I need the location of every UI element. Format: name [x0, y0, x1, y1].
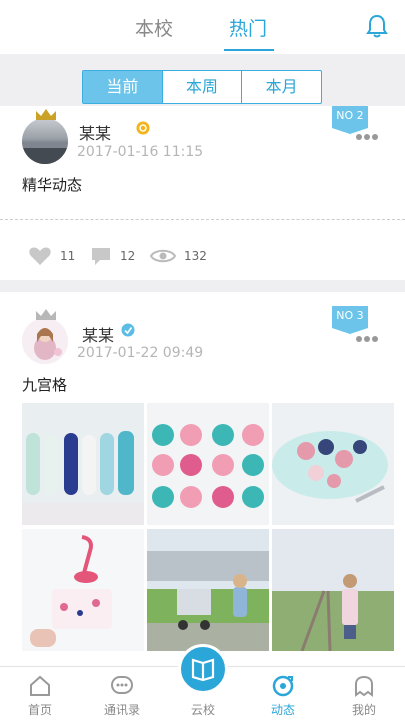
- post-text: 精华动态: [22, 176, 83, 194]
- comment-icon: [92, 248, 110, 265]
- author-name[interactable]: 某某: [79, 120, 111, 144]
- heart-icon: [29, 247, 51, 265]
- tab-school[interactable]: 本校: [135, 14, 173, 41]
- author-name[interactable]: 某某: [82, 322, 114, 346]
- bell-icon[interactable]: [366, 14, 388, 38]
- more-options-icon[interactable]: [356, 336, 378, 342]
- nav-contacts[interactable]: 通讯录: [90, 667, 154, 720]
- like-stat[interactable]: 11: [28, 246, 75, 266]
- profile-icon: [355, 675, 373, 697]
- eye-icon: [150, 249, 176, 263]
- crown-icon: [36, 109, 56, 120]
- comment-count: 12: [120, 249, 136, 263]
- rank-badge: NO 2: [332, 106, 368, 134]
- filter-month[interactable]: 本月: [242, 71, 321, 103]
- view-stat: 132: [150, 246, 207, 266]
- top-bar: 本校 热门: [0, 0, 405, 54]
- active-tab-indicator: [224, 49, 274, 51]
- like-count: 11: [60, 249, 76, 263]
- grid-image[interactable]: [147, 529, 269, 651]
- post-text: 九宫格: [22, 376, 68, 394]
- nav-moments-label: 动态: [270, 703, 295, 717]
- gold-badge-icon: [136, 121, 150, 135]
- post-time: 2017-01-22 09:49: [77, 345, 204, 361]
- nav-moments[interactable]: 动态: [251, 667, 315, 720]
- filter-week[interactable]: 本周: [163, 71, 243, 103]
- nav-profile[interactable]: 我的: [332, 667, 396, 720]
- nav-home[interactable]: 首页: [8, 667, 72, 720]
- nav-home-label: 首页: [27, 703, 52, 717]
- nav-contacts-label: 通讯录: [103, 703, 140, 717]
- view-count: 132: [184, 249, 207, 263]
- moments-icon: [272, 675, 294, 697]
- post-card[interactable]: 某某 2017-01-16 11:15 NO 2 精华动态 11 12 132: [0, 106, 405, 280]
- avatar[interactable]: [22, 318, 68, 364]
- avatar[interactable]: [22, 118, 68, 164]
- book-icon: [191, 658, 215, 682]
- filter-current[interactable]: 当前: [83, 71, 163, 103]
- nav-cloud-school-label: 云校: [190, 703, 215, 717]
- grid-image[interactable]: [22, 403, 144, 525]
- grid-image[interactable]: [147, 403, 269, 525]
- comment-stat[interactable]: 12: [90, 246, 135, 266]
- grid-image[interactable]: [22, 529, 144, 651]
- crown-icon: [36, 309, 56, 320]
- time-filter: 当前 本周 本月: [82, 70, 322, 104]
- tab-hot[interactable]: 热门: [229, 14, 267, 41]
- verified-icon: [121, 323, 135, 337]
- nav-profile-label: 我的: [351, 703, 376, 717]
- rank-badge: NO 3: [332, 306, 368, 334]
- post-card[interactable]: 某某 2017-01-22 09:49 NO 3 九宫格: [0, 292, 405, 672]
- cloud-school-button[interactable]: [178, 644, 228, 694]
- divider: [0, 219, 405, 220]
- grid-image[interactable]: [272, 529, 394, 651]
- grid-image[interactable]: [272, 403, 394, 525]
- more-options-icon[interactable]: [356, 134, 378, 140]
- home-icon: [30, 675, 50, 696]
- post-time: 2017-01-16 11:15: [77, 144, 204, 160]
- contacts-icon: [111, 676, 133, 694]
